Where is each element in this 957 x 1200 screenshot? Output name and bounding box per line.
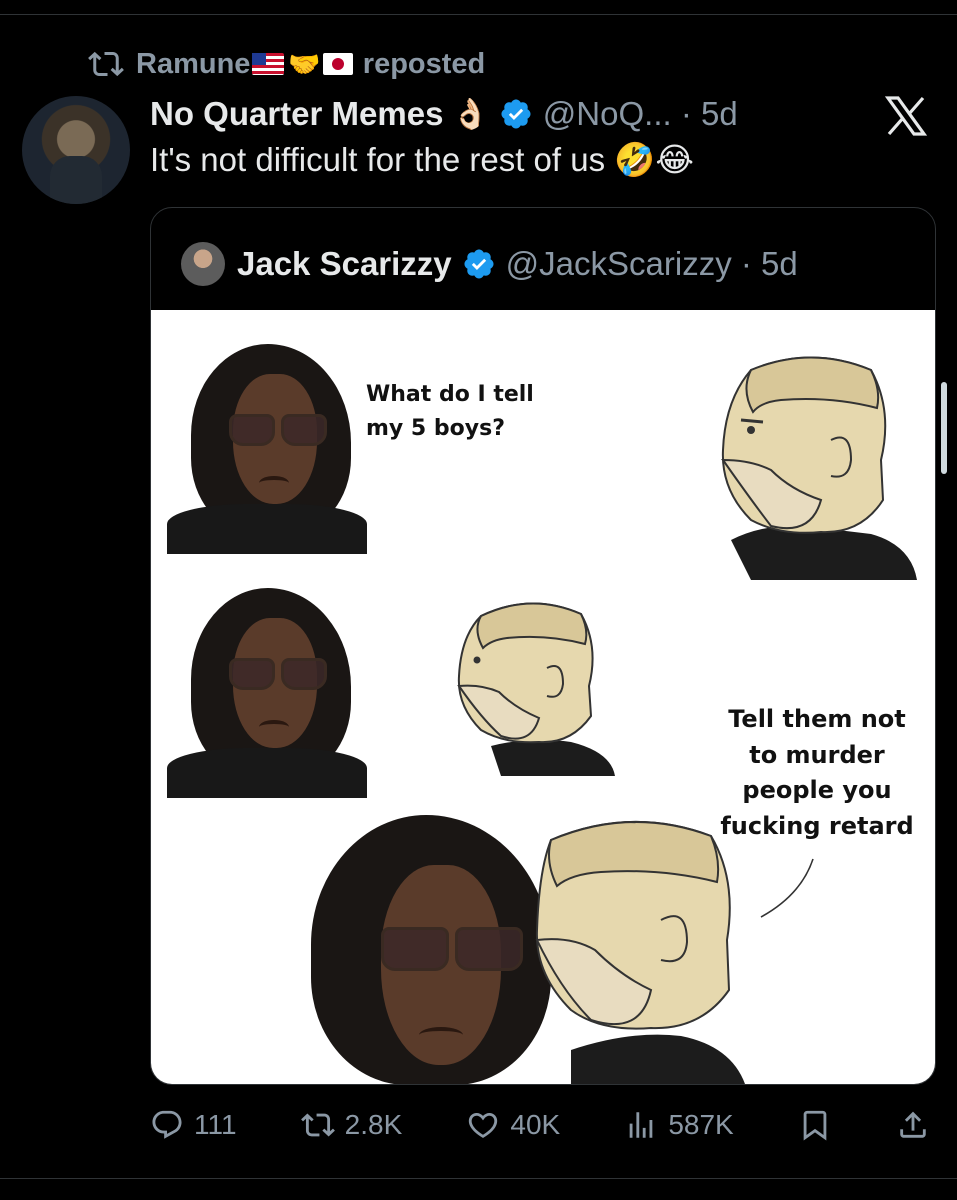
- us-flag-icon: [252, 53, 285, 75]
- speech-tail: [760, 858, 814, 918]
- like-button[interactable]: 40K: [466, 1108, 560, 1142]
- verified-badge-icon: [464, 249, 494, 279]
- post-text: It's not difficult for the rest of us 🤣😂: [150, 141, 694, 178]
- woman-photo-2: [167, 588, 367, 798]
- views-button[interactable]: 587K: [624, 1108, 734, 1142]
- repost-count: 2.8K: [344, 1109, 403, 1140]
- reply-button[interactable]: 111: [150, 1108, 237, 1142]
- repost-user[interactable]: Ramune: [136, 48, 250, 81]
- handshake-icon: 🤝: [288, 48, 321, 79]
- share-icon: [900, 1111, 926, 1138]
- reply-count: 111: [194, 1109, 237, 1140]
- share-button[interactable]: [896, 1108, 930, 1142]
- bookmark-button[interactable]: [798, 1108, 832, 1142]
- meme-text-top-content: What do I tell my 5 boys?: [366, 382, 534, 442]
- chad-drawing-1: [721, 356, 917, 580]
- japan-flag-icon: [322, 53, 353, 75]
- bookmark-icon: [803, 1110, 827, 1141]
- quoted-author-handle-time[interactable]: @JackScarizzy · 5d: [506, 245, 798, 283]
- reply-icon: [152, 1110, 182, 1139]
- meme-text-top: What do I tell my 5 boys?: [366, 378, 534, 446]
- woman-photo-3: [301, 815, 561, 1084]
- author-name[interactable]: No Quarter Memes: [150, 95, 443, 133]
- quoted-post[interactable]: Jack Scarizzy @JackScarizzy · 5d What do…: [150, 207, 936, 1085]
- post-actions: 111 2.8K 40K 587K: [150, 1100, 930, 1150]
- like-icon: [469, 1112, 498, 1138]
- views-count: 587K: [668, 1109, 734, 1140]
- bottom-divider: [0, 1178, 957, 1179]
- meme-text-bottom-content: Tell them not to murder people you fucki…: [720, 705, 914, 840]
- ok-hand-emoji: 👌🏻: [451, 97, 489, 131]
- repost-icon: [88, 51, 124, 77]
- woman-photo-1: [167, 344, 367, 554]
- x-close-icon[interactable]: [880, 92, 932, 140]
- avatar-figure: [50, 156, 102, 204]
- verified-badge-icon: [501, 99, 531, 129]
- meme-text-bottom: Tell them not to murder people you fucki…: [717, 702, 917, 844]
- repost-icon: [300, 1113, 335, 1137]
- like-count: 40K: [510, 1109, 561, 1140]
- repost-button[interactable]: 2.8K: [300, 1108, 403, 1142]
- quoted-author-avatar[interactable]: [181, 242, 225, 286]
- quoted-post-header: Jack Scarizzy @JackScarizzy · 5d: [181, 240, 798, 288]
- repost-label: reposted: [362, 47, 486, 80]
- views-icon: [629, 1112, 653, 1138]
- chad-drawing-2: [457, 602, 615, 776]
- repost-indicator[interactable]: Ramune 🤝 reposted: [88, 44, 485, 84]
- post-header: No Quarter Memes 👌🏻 @NoQ... · 5d: [150, 90, 738, 138]
- meme-image[interactable]: What do I tell my 5 boys? Tell them not …: [151, 310, 935, 1084]
- author-handle-time[interactable]: @NoQ... · 5d: [543, 95, 738, 133]
- quoted-author-name[interactable]: Jack Scarizzy: [237, 245, 452, 283]
- scrollbar[interactable]: [941, 382, 947, 474]
- top-divider: [0, 14, 957, 15]
- author-avatar[interactable]: [22, 96, 130, 204]
- chad-drawing-3: [535, 820, 745, 1084]
